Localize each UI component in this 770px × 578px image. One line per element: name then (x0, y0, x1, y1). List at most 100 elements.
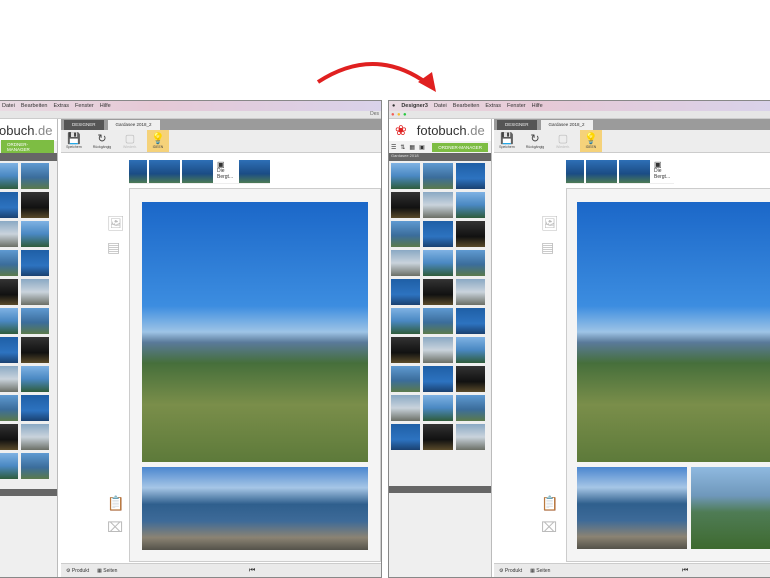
redo-button[interactable]: ▢ Wiederh. (119, 130, 141, 152)
ordner-manager-button[interactable]: ORDNER-MANAGER (1, 140, 54, 154)
save-button[interactable]: 💾 Speichern (496, 130, 518, 152)
sidebar-photo-thumb[interactable] (455, 221, 485, 247)
sidebar-photo-thumb[interactable] (0, 366, 18, 392)
produkt-button[interactable]: ⚙ Produkt (66, 568, 89, 574)
sidebar-photo-thumb[interactable] (0, 221, 18, 247)
strip-photo[interactable] (149, 159, 180, 183)
seiten-button[interactable]: ▦ Seiten (97, 568, 117, 574)
sidebar-photo-thumb[interactable] (423, 163, 453, 189)
save-button[interactable]: 💾 Speichern (63, 130, 85, 152)
photo-mountain[interactable] (577, 202, 770, 462)
sidebar-photo-thumb[interactable] (391, 250, 421, 276)
sidebar-photo-thumb[interactable] (423, 337, 453, 363)
sidebar-photo-thumb[interactable] (391, 395, 421, 421)
sidebar-photo-thumb[interactable] (0, 250, 18, 276)
strip-photo[interactable] (586, 159, 617, 183)
photo-alpine-ridge[interactable] (691, 467, 770, 549)
add-image-icon[interactable]: 🖼 (107, 215, 125, 232)
sidebar-photo-thumb[interactable] (0, 163, 18, 189)
delete-icon[interactable]: ⌧ (541, 519, 557, 536)
sidebar-photo-thumb[interactable] (0, 337, 18, 363)
tab-designer[interactable]: DESIGNER (64, 120, 104, 130)
sidebar-photo-thumb[interactable] (20, 424, 49, 450)
sidebar-photo-thumb[interactable] (455, 250, 485, 276)
sidebar-photo-thumb[interactable] (391, 279, 421, 305)
strip-photo[interactable] (182, 159, 213, 183)
menu-bearbeiten[interactable]: Bearbeiten (21, 103, 48, 109)
sidebar-photo-thumb[interactable] (20, 163, 49, 189)
strip-text-item[interactable]: ▣ Die Bergt... (652, 161, 674, 181)
add-text-icon[interactable]: ▤ (541, 239, 554, 256)
strip-photo[interactable] (129, 159, 147, 183)
sidebar-photo-thumb[interactable] (391, 221, 421, 247)
sidebar-photo-thumb[interactable] (423, 279, 453, 305)
ideas-button[interactable]: 💡 IDEEN (147, 130, 169, 152)
frame-icon[interactable]: ▣ (419, 144, 425, 151)
menu-hilfe[interactable]: Hilfe (532, 103, 543, 109)
sidebar-photo-thumb[interactable] (391, 308, 421, 334)
sidebar-photo-thumb[interactable] (391, 424, 421, 450)
first-page-icon[interactable]: ⏮ (249, 567, 255, 575)
sidebar-photo-thumb[interactable] (391, 366, 421, 392)
menu-datei[interactable]: Datei (434, 103, 447, 109)
apple-icon[interactable]: ● (392, 103, 395, 109)
menu-app[interactable]: Designer3 (401, 103, 428, 109)
ideas-button[interactable]: 💡 IDEEN (580, 130, 602, 152)
sidebar-photo-thumb[interactable] (455, 163, 485, 189)
redo-button[interactable]: ▢ Wiederh. (552, 130, 574, 152)
sort-icon[interactable]: ⇅ (400, 144, 405, 151)
sidebar-photo-thumb[interactable] (423, 250, 453, 276)
sidebar-photo-thumb[interactable] (20, 337, 49, 363)
grid-icon[interactable]: ▦ (409, 144, 415, 151)
tab-project[interactable]: Gardasee 2018_2 (540, 120, 593, 130)
sidebar-photo-thumb[interactable] (20, 308, 49, 334)
photo-lake-panorama[interactable] (577, 467, 687, 549)
sidebar-photo-thumb[interactable] (455, 337, 485, 363)
sidebar-photo-thumb[interactable] (455, 192, 485, 218)
produkt-button[interactable]: ⚙ Produkt (499, 568, 522, 574)
sidebar-photo-thumb[interactable] (455, 308, 485, 334)
menu-datei[interactable]: Datei (2, 103, 15, 109)
ordner-manager-button[interactable]: ORDNER-MANAGER (432, 142, 488, 152)
minimize-window-button[interactable]: ● (397, 112, 401, 118)
seiten-button[interactable]: ▦ Seiten (530, 568, 550, 574)
sidebar-photo-thumb[interactable] (455, 366, 485, 392)
sidebar-photo-thumb[interactable] (423, 395, 453, 421)
first-page-icon[interactable]: ⏮ (682, 567, 688, 575)
view-options-icon[interactable]: ☰ (391, 144, 396, 151)
sidebar-photo-thumb[interactable] (20, 395, 49, 421)
sidebar-photo-thumb[interactable] (455, 424, 485, 450)
strip-photo[interactable] (566, 159, 584, 183)
tab-designer[interactable]: DESIGNER (497, 120, 537, 130)
sidebar-photo-thumb[interactable] (423, 424, 453, 450)
close-window-button[interactable]: ● (391, 112, 395, 118)
zoom-window-button[interactable]: ● (403, 112, 407, 118)
sidebar-photo-thumb[interactable] (0, 424, 18, 450)
add-image-icon[interactable]: 🖼 (541, 215, 559, 232)
delete-icon[interactable]: ⌧ (107, 519, 123, 536)
menu-fenster[interactable]: Fenster (507, 103, 526, 109)
menu-fenster[interactable]: Fenster (75, 103, 94, 109)
tab-project[interactable]: Gardasee 2018_2 (107, 120, 160, 130)
menu-hilfe[interactable]: Hilfe (100, 103, 111, 109)
add-text-icon[interactable]: ▤ (107, 239, 120, 256)
sidebar-photo-thumb[interactable] (423, 221, 453, 247)
strip-photo[interactable] (239, 159, 270, 183)
sidebar-photo-thumb[interactable] (20, 366, 49, 392)
paste-icon[interactable]: 📋 (107, 495, 124, 512)
undo-button[interactable]: ↻ Rückgängig (524, 130, 546, 152)
sidebar-photo-thumb[interactable] (20, 250, 49, 276)
sidebar-photo-thumb[interactable] (391, 337, 421, 363)
sidebar-photo-thumb[interactable] (0, 192, 18, 218)
sidebar-photo-thumb[interactable] (391, 163, 421, 189)
strip-photo[interactable] (619, 159, 650, 183)
sidebar-photo-thumb[interactable] (455, 279, 485, 305)
sidebar-photo-thumb[interactable] (0, 395, 18, 421)
sidebar-photo-thumb[interactable] (0, 453, 18, 479)
undo-button[interactable]: ↻ Rückgängig (91, 130, 113, 152)
menu-bearbeiten[interactable]: Bearbeiten (453, 103, 480, 109)
sidebar-photo-thumb[interactable] (20, 192, 49, 218)
sidebar-photo-thumb[interactable] (20, 279, 49, 305)
sidebar-photo-thumb[interactable] (423, 366, 453, 392)
photo-lake-panorama[interactable] (142, 467, 368, 550)
